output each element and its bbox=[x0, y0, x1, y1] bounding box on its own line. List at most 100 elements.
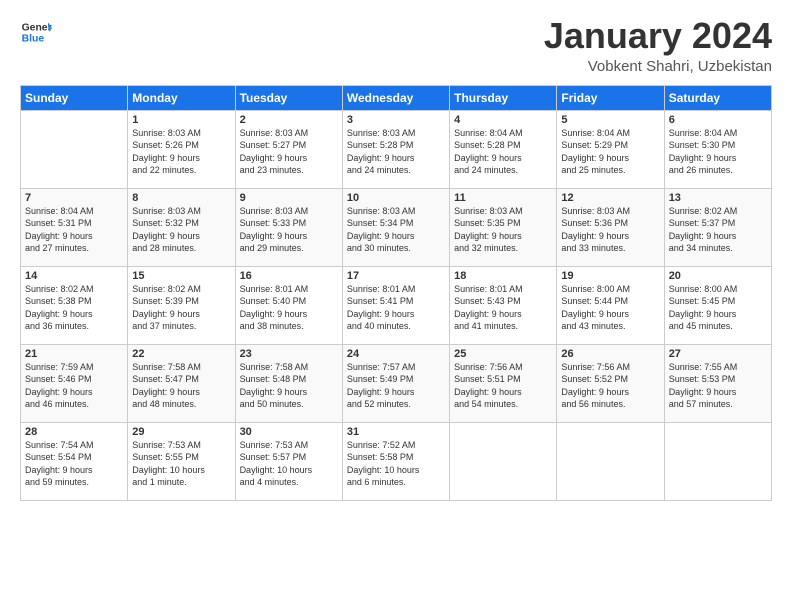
day-info: Sunrise: 8:03 AM Sunset: 5:27 PM Dayligh… bbox=[240, 127, 338, 177]
col-sunday: Sunday bbox=[21, 85, 128, 110]
calendar-day: 21Sunrise: 7:59 AM Sunset: 5:46 PM Dayli… bbox=[21, 344, 128, 422]
location-subtitle: Vobkent Shahri, Uzbekistan bbox=[544, 58, 772, 75]
calendar-day: 4Sunrise: 8:04 AM Sunset: 5:28 PM Daylig… bbox=[450, 110, 557, 188]
calendar-day: 12Sunrise: 8:03 AM Sunset: 5:36 PM Dayli… bbox=[557, 188, 664, 266]
calendar-day: 13Sunrise: 8:02 AM Sunset: 5:37 PM Dayli… bbox=[664, 188, 771, 266]
day-info: Sunrise: 7:53 AM Sunset: 5:57 PM Dayligh… bbox=[240, 439, 338, 489]
calendar-day: 31Sunrise: 7:52 AM Sunset: 5:58 PM Dayli… bbox=[342, 422, 449, 500]
calendar-day bbox=[664, 422, 771, 500]
calendar-week-3: 14Sunrise: 8:02 AM Sunset: 5:38 PM Dayli… bbox=[21, 266, 772, 344]
calendar-day: 17Sunrise: 8:01 AM Sunset: 5:41 PM Dayli… bbox=[342, 266, 449, 344]
day-info: Sunrise: 7:58 AM Sunset: 5:48 PM Dayligh… bbox=[240, 361, 338, 411]
day-number: 28 bbox=[25, 426, 123, 438]
day-info: Sunrise: 8:03 AM Sunset: 5:35 PM Dayligh… bbox=[454, 205, 552, 255]
day-info: Sunrise: 7:56 AM Sunset: 5:51 PM Dayligh… bbox=[454, 361, 552, 411]
calendar-day: 1Sunrise: 8:03 AM Sunset: 5:26 PM Daylig… bbox=[128, 110, 235, 188]
calendar-day bbox=[21, 110, 128, 188]
day-number: 27 bbox=[669, 348, 767, 360]
day-number: 7 bbox=[25, 192, 123, 204]
month-title: January 2024 bbox=[544, 16, 772, 56]
day-info: Sunrise: 8:03 AM Sunset: 5:36 PM Dayligh… bbox=[561, 205, 659, 255]
col-friday: Friday bbox=[557, 85, 664, 110]
day-info: Sunrise: 8:04 AM Sunset: 5:28 PM Dayligh… bbox=[454, 127, 552, 177]
day-number: 16 bbox=[240, 270, 338, 282]
day-number: 29 bbox=[132, 426, 230, 438]
logo: General Blue bbox=[20, 16, 52, 48]
day-info: Sunrise: 8:03 AM Sunset: 5:33 PM Dayligh… bbox=[240, 205, 338, 255]
day-info: Sunrise: 8:01 AM Sunset: 5:43 PM Dayligh… bbox=[454, 283, 552, 333]
calendar-day: 27Sunrise: 7:55 AM Sunset: 5:53 PM Dayli… bbox=[664, 344, 771, 422]
day-info: Sunrise: 8:02 AM Sunset: 5:37 PM Dayligh… bbox=[669, 205, 767, 255]
col-wednesday: Wednesday bbox=[342, 85, 449, 110]
day-number: 8 bbox=[132, 192, 230, 204]
day-number: 31 bbox=[347, 426, 445, 438]
day-number: 17 bbox=[347, 270, 445, 282]
calendar-day: 5Sunrise: 8:04 AM Sunset: 5:29 PM Daylig… bbox=[557, 110, 664, 188]
day-info: Sunrise: 8:00 AM Sunset: 5:44 PM Dayligh… bbox=[561, 283, 659, 333]
day-number: 19 bbox=[561, 270, 659, 282]
day-number: 24 bbox=[347, 348, 445, 360]
calendar-day: 20Sunrise: 8:00 AM Sunset: 5:45 PM Dayli… bbox=[664, 266, 771, 344]
day-number: 12 bbox=[561, 192, 659, 204]
header-row: Sunday Monday Tuesday Wednesday Thursday… bbox=[21, 85, 772, 110]
day-number: 21 bbox=[25, 348, 123, 360]
day-info: Sunrise: 8:02 AM Sunset: 5:38 PM Dayligh… bbox=[25, 283, 123, 333]
day-number: 1 bbox=[132, 114, 230, 126]
day-number: 9 bbox=[240, 192, 338, 204]
calendar-day: 3Sunrise: 8:03 AM Sunset: 5:28 PM Daylig… bbox=[342, 110, 449, 188]
calendar-day: 30Sunrise: 7:53 AM Sunset: 5:57 PM Dayli… bbox=[235, 422, 342, 500]
day-number: 30 bbox=[240, 426, 338, 438]
calendar-day: 16Sunrise: 8:01 AM Sunset: 5:40 PM Dayli… bbox=[235, 266, 342, 344]
calendar-day: 7Sunrise: 8:04 AM Sunset: 5:31 PM Daylig… bbox=[21, 188, 128, 266]
calendar-day: 25Sunrise: 7:56 AM Sunset: 5:51 PM Dayli… bbox=[450, 344, 557, 422]
day-info: Sunrise: 8:01 AM Sunset: 5:41 PM Dayligh… bbox=[347, 283, 445, 333]
calendar-day: 26Sunrise: 7:56 AM Sunset: 5:52 PM Dayli… bbox=[557, 344, 664, 422]
day-info: Sunrise: 7:54 AM Sunset: 5:54 PM Dayligh… bbox=[25, 439, 123, 489]
svg-text:General: General bbox=[22, 22, 52, 33]
calendar-week-1: 1Sunrise: 8:03 AM Sunset: 5:26 PM Daylig… bbox=[21, 110, 772, 188]
calendar-day: 9Sunrise: 8:03 AM Sunset: 5:33 PM Daylig… bbox=[235, 188, 342, 266]
day-number: 3 bbox=[347, 114, 445, 126]
calendar-day: 18Sunrise: 8:01 AM Sunset: 5:43 PM Dayli… bbox=[450, 266, 557, 344]
calendar-day bbox=[557, 422, 664, 500]
day-info: Sunrise: 7:55 AM Sunset: 5:53 PM Dayligh… bbox=[669, 361, 767, 411]
day-info: Sunrise: 8:00 AM Sunset: 5:45 PM Dayligh… bbox=[669, 283, 767, 333]
day-info: Sunrise: 7:56 AM Sunset: 5:52 PM Dayligh… bbox=[561, 361, 659, 411]
day-number: 18 bbox=[454, 270, 552, 282]
calendar-day: 6Sunrise: 8:04 AM Sunset: 5:30 PM Daylig… bbox=[664, 110, 771, 188]
calendar-day: 11Sunrise: 8:03 AM Sunset: 5:35 PM Dayli… bbox=[450, 188, 557, 266]
day-info: Sunrise: 8:03 AM Sunset: 5:34 PM Dayligh… bbox=[347, 205, 445, 255]
calendar-day: 24Sunrise: 7:57 AM Sunset: 5:49 PM Dayli… bbox=[342, 344, 449, 422]
calendar-day: 29Sunrise: 7:53 AM Sunset: 5:55 PM Dayli… bbox=[128, 422, 235, 500]
calendar-day: 28Sunrise: 7:54 AM Sunset: 5:54 PM Dayli… bbox=[21, 422, 128, 500]
day-number: 14 bbox=[25, 270, 123, 282]
col-monday: Monday bbox=[128, 85, 235, 110]
col-saturday: Saturday bbox=[664, 85, 771, 110]
day-number: 10 bbox=[347, 192, 445, 204]
calendar-day: 19Sunrise: 8:00 AM Sunset: 5:44 PM Dayli… bbox=[557, 266, 664, 344]
day-info: Sunrise: 7:57 AM Sunset: 5:49 PM Dayligh… bbox=[347, 361, 445, 411]
calendar-week-4: 21Sunrise: 7:59 AM Sunset: 5:46 PM Dayli… bbox=[21, 344, 772, 422]
day-info: Sunrise: 7:59 AM Sunset: 5:46 PM Dayligh… bbox=[25, 361, 123, 411]
day-info: Sunrise: 8:02 AM Sunset: 5:39 PM Dayligh… bbox=[132, 283, 230, 333]
day-number: 15 bbox=[132, 270, 230, 282]
day-number: 23 bbox=[240, 348, 338, 360]
day-number: 26 bbox=[561, 348, 659, 360]
day-info: Sunrise: 8:03 AM Sunset: 5:32 PM Dayligh… bbox=[132, 205, 230, 255]
calendar-table: Sunday Monday Tuesday Wednesday Thursday… bbox=[20, 85, 772, 501]
calendar-day bbox=[450, 422, 557, 500]
day-info: Sunrise: 8:04 AM Sunset: 5:30 PM Dayligh… bbox=[669, 127, 767, 177]
day-info: Sunrise: 7:52 AM Sunset: 5:58 PM Dayligh… bbox=[347, 439, 445, 489]
day-number: 6 bbox=[669, 114, 767, 126]
day-info: Sunrise: 8:01 AM Sunset: 5:40 PM Dayligh… bbox=[240, 283, 338, 333]
calendar-day: 23Sunrise: 7:58 AM Sunset: 5:48 PM Dayli… bbox=[235, 344, 342, 422]
day-number: 2 bbox=[240, 114, 338, 126]
day-number: 4 bbox=[454, 114, 552, 126]
calendar-week-5: 28Sunrise: 7:54 AM Sunset: 5:54 PM Dayli… bbox=[21, 422, 772, 500]
calendar-day: 10Sunrise: 8:03 AM Sunset: 5:34 PM Dayli… bbox=[342, 188, 449, 266]
calendar-day: 15Sunrise: 8:02 AM Sunset: 5:39 PM Dayli… bbox=[128, 266, 235, 344]
day-number: 20 bbox=[669, 270, 767, 282]
day-number: 5 bbox=[561, 114, 659, 126]
day-info: Sunrise: 7:58 AM Sunset: 5:47 PM Dayligh… bbox=[132, 361, 230, 411]
col-tuesday: Tuesday bbox=[235, 85, 342, 110]
